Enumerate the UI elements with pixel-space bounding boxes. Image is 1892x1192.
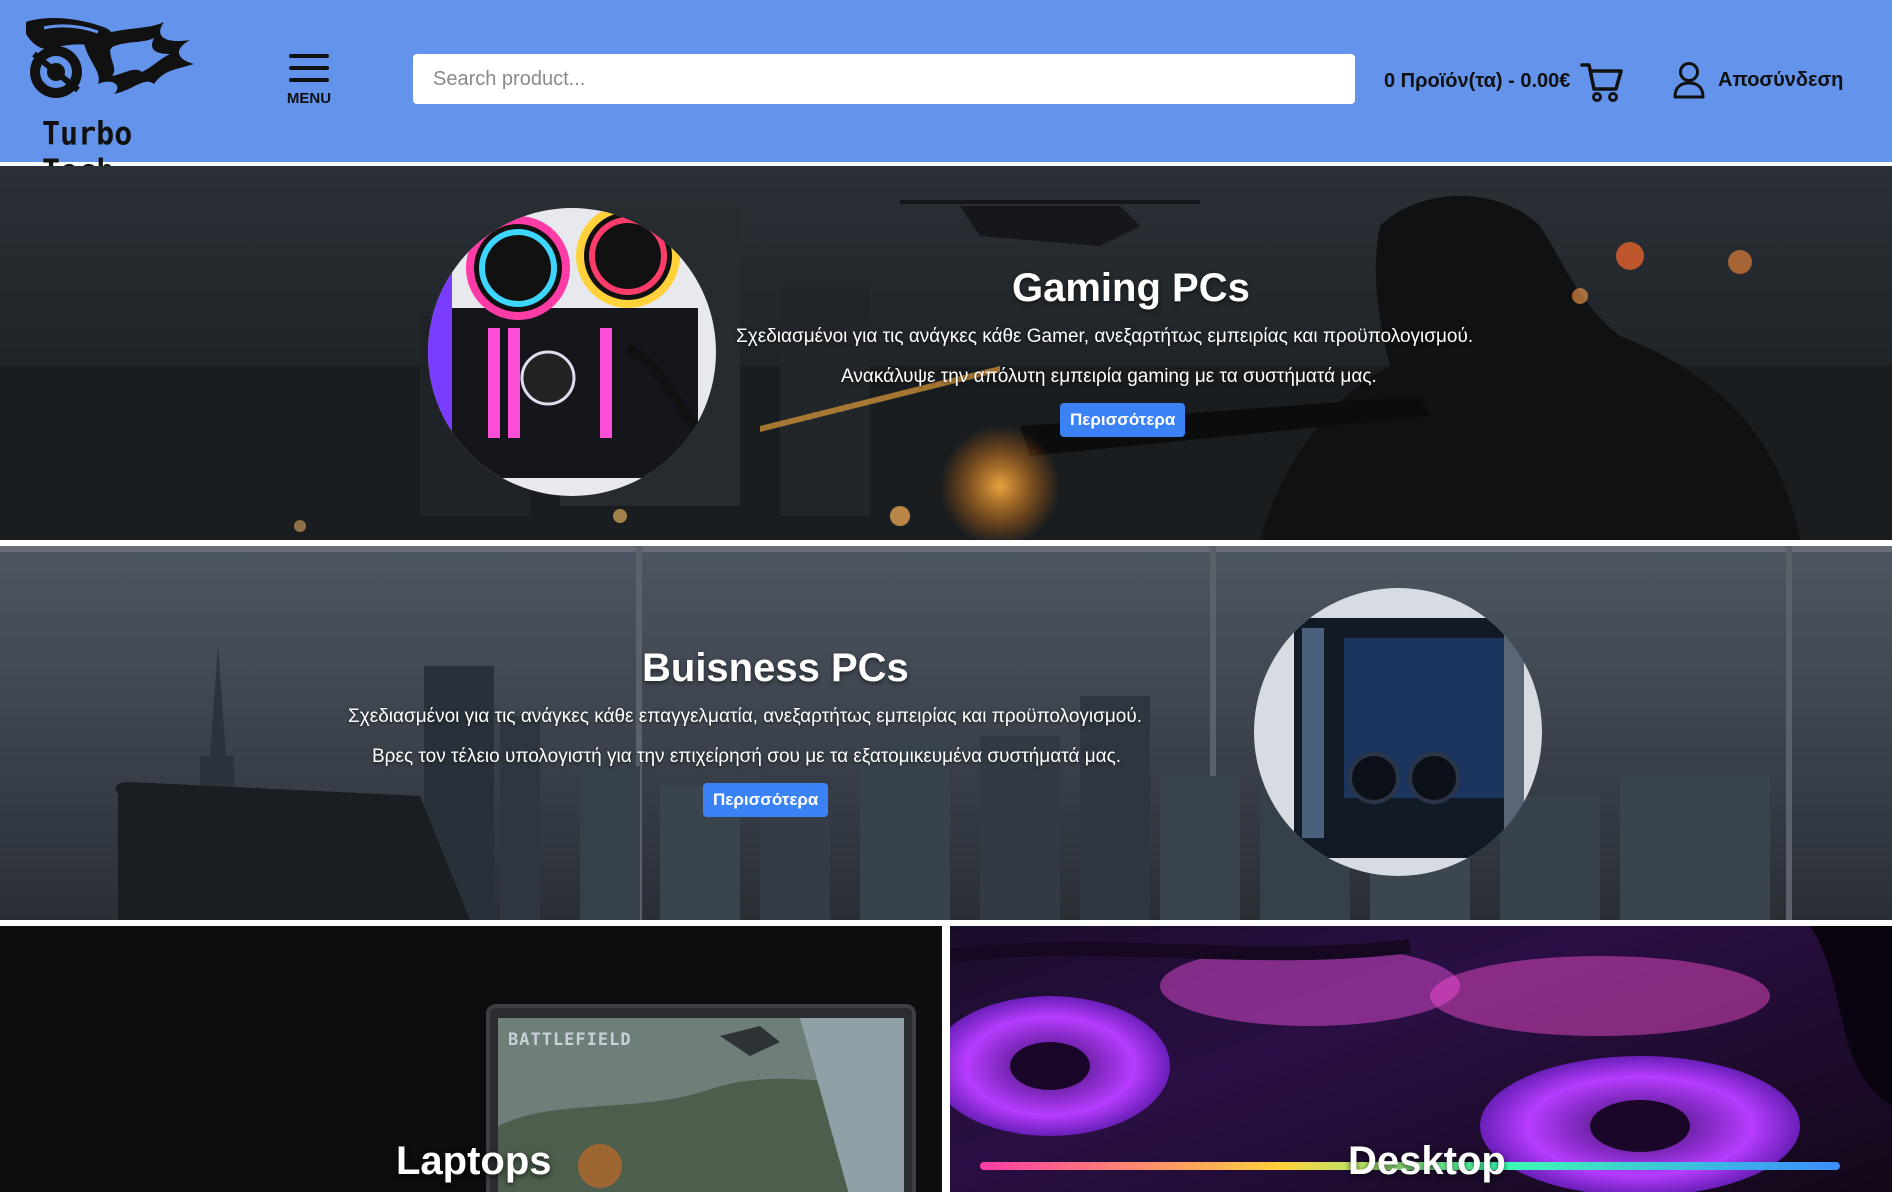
- laptops-title: Laptops: [396, 1139, 552, 1183]
- business-pcs-description-2: Βρες τον τέλειο υπολογιστή για την επιχε…: [372, 746, 1122, 767]
- business-pcs-banner: Buisness PCs Σχεδιασμένοι για τις ανάγκε…: [0, 546, 1892, 920]
- hamburger-icon: [280, 54, 338, 82]
- logout-label: Αποσύνδεση: [1718, 68, 1844, 91]
- desktop-title: Desktop: [1348, 1139, 1506, 1183]
- menu-label: MENU: [286, 90, 332, 107]
- site-logo[interactable]: Turbo Tech: [14, 14, 198, 191]
- gaming-pcs-description-1: Σχεδιασμένοι για τις ανάγκες κάθε Gamer,…: [736, 326, 1474, 347]
- turbo-logo-icon: [26, 18, 194, 98]
- laptop-screen-text: BATTLEFIELD: [508, 1030, 632, 1050]
- business-pc-image: [1254, 588, 1542, 876]
- cart-summary: 0 Προϊόν(τα) - 0.00€: [1384, 69, 1571, 92]
- menu-button[interactable]: MENU: [280, 54, 338, 116]
- business-background-image: [0, 546, 1892, 920]
- cart-button[interactable]: 0 Προϊόν(τα) - 0.00€: [1384, 58, 1624, 104]
- search-input[interactable]: [413, 54, 1355, 104]
- desktop-tile[interactable]: Desktop: [950, 926, 1892, 1192]
- gaming-pcs-description-2: Ανακάλυψε την απόλυτη εμπειρία gaming με…: [841, 366, 1377, 387]
- business-pcs-more-button[interactable]: Περισσότερα: [703, 783, 829, 817]
- gaming-pc-image: [428, 208, 716, 496]
- logout-button[interactable]: Αποσύνδεση: [1672, 60, 1843, 100]
- gaming-pcs-title: Gaming PCs: [1012, 266, 1250, 310]
- gaming-pcs-more-button[interactable]: Περισσότερα: [1060, 403, 1186, 437]
- cart-icon: [1580, 63, 1624, 102]
- gaming-pc-photo: [428, 208, 716, 496]
- gaming-pcs-banner: Gaming PCs Σχεδιασμένοι για τις ανάγκες …: [0, 166, 1892, 540]
- business-pc-photo: [1254, 588, 1542, 876]
- site-header: Turbo Tech MENU 0 Προϊόν(τα) - 0.00€ Απο…: [0, 0, 1892, 191]
- business-pcs-title: Buisness PCs: [642, 646, 909, 690]
- business-pcs-description-1: Σχεδιασμένοι για τις ανάγκες κάθε επαγγε…: [348, 706, 1143, 727]
- gaming-background-image: [0, 196, 1892, 540]
- user-icon: [1673, 62, 1705, 99]
- laptops-tile[interactable]: BATTLEFIELD Laptops: [0, 926, 942, 1192]
